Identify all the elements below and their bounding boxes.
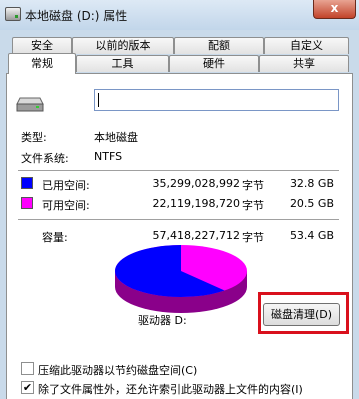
free-space-bytes: 22,119,198,720 [152,197,240,210]
tab-label: 以前的版本 [95,39,151,52]
tab-previous-versions[interactable]: 以前的版本 [72,37,174,54]
drive-icon [5,7,21,21]
tab-general[interactable]: 常规 [8,53,76,74]
tab-label: 常规 [31,57,53,70]
free-space-swatch [21,197,33,209]
check-icon: ✔ [22,381,33,394]
tab-label: 配额 [208,39,230,52]
drive-label: 驱动器 D: [138,314,187,327]
disk-usage-pie [115,245,247,313]
filesystem-label: 文件系统: [21,152,69,165]
free-space-size: 20.5 GB [289,197,334,210]
filesystem-value: NTFS [94,150,123,163]
volume-name-input[interactable] [94,89,339,111]
window-title: 本地磁盘 (D:) 属性 [25,9,128,23]
tab-label: 安全 [31,39,53,52]
divider [18,219,339,220]
tab-sharing[interactable]: 共享 [259,55,349,72]
tab-label: 工具 [111,57,134,70]
highlight-box [258,292,349,334]
used-space-swatch [21,177,33,189]
tab-tools[interactable]: 工具 [76,55,169,72]
type-label: 类型: [21,131,47,144]
type-value: 本地磁盘 [94,131,138,144]
capacity-size: 53.4 GB [289,229,334,242]
tab-quota[interactable]: 配额 [174,37,264,54]
used-space-size: 32.8 GB [289,177,334,190]
index-label: 除了文件属性外，还允许索引此驱动器上文件的内容(I) [38,383,303,396]
tab-label: 自定义 [290,39,323,52]
text-caret [98,93,99,107]
divider [18,170,339,171]
tab-hardware[interactable]: 硬件 [169,55,259,72]
tab-label: 共享 [293,57,315,70]
index-checkbox[interactable]: ✔ [21,381,34,394]
used-space-bytes: 35,299,028,992 [152,177,240,190]
close-icon: x [330,1,339,15]
capacity-label: 容量: [42,231,68,244]
free-space-label: 可用空间: [42,199,90,212]
hard-drive-icon [16,97,44,112]
tab-label: 硬件 [203,57,225,70]
tab-security[interactable]: 安全 [12,37,72,54]
used-space-unit: 字节 [242,179,264,192]
close-button[interactable]: x [313,0,356,19]
used-space-label: 已用空间: [42,179,90,192]
free-space-unit: 字节 [242,199,264,212]
title-bar: 本地磁盘 (D:) 属性 x [0,0,359,30]
tab-customize[interactable]: 自定义 [264,37,349,54]
compress-checkbox[interactable] [21,362,34,375]
compress-label: 压缩此驱动器以节约磁盘空间(C) [38,364,198,377]
